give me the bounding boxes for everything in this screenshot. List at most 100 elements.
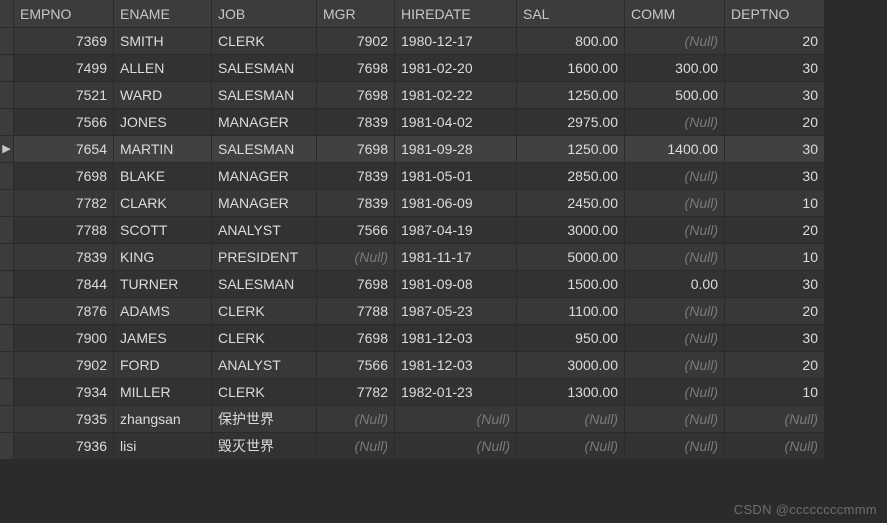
row-gutter[interactable] — [0, 433, 14, 460]
cell-comm[interactable]: (Null) — [625, 28, 725, 55]
cell-job[interactable]: CLERK — [212, 28, 317, 55]
cell-comm[interactable]: (Null) — [625, 109, 725, 136]
cell-job[interactable]: CLERK — [212, 325, 317, 352]
row-gutter[interactable] — [0, 271, 14, 298]
cell-deptno[interactable]: 20 — [725, 352, 825, 379]
cell-sal[interactable]: 1300.00 — [517, 379, 625, 406]
cell-hiredate[interactable]: 1987-04-19 — [395, 217, 517, 244]
cell-empno[interactable]: 7839 — [14, 244, 114, 271]
cell-deptno[interactable]: 20 — [725, 28, 825, 55]
cell-ename[interactable]: zhangsan — [114, 406, 212, 433]
cell-hiredate[interactable]: 1982-01-23 — [395, 379, 517, 406]
cell-comm[interactable]: (Null) — [625, 379, 725, 406]
cell-empno[interactable]: 7521 — [14, 82, 114, 109]
column-header-comm[interactable]: COMM — [625, 0, 725, 28]
cell-job[interactable]: ANALYST — [212, 217, 317, 244]
cell-sal[interactable]: 1600.00 — [517, 55, 625, 82]
cell-comm[interactable]: 500.00 — [625, 82, 725, 109]
cell-deptno[interactable]: 30 — [725, 136, 825, 163]
cell-hiredate[interactable]: 1987-05-23 — [395, 298, 517, 325]
cell-hiredate[interactable]: 1980-12-17 — [395, 28, 517, 55]
cell-deptno[interactable]: 30 — [725, 82, 825, 109]
cell-hiredate[interactable]: 1981-12-03 — [395, 325, 517, 352]
cell-mgr[interactable]: (Null) — [317, 244, 395, 271]
cell-mgr[interactable]: 7698 — [317, 55, 395, 82]
cell-hiredate[interactable]: 1981-04-02 — [395, 109, 517, 136]
cell-comm[interactable]: 0.00 — [625, 271, 725, 298]
data-grid[interactable]: EMPNOENAMEJOBMGRHIREDATESALCOMMDEPTNO736… — [0, 0, 887, 460]
cell-job[interactable]: 毁灭世界 — [212, 433, 317, 460]
cell-empno[interactable]: 7782 — [14, 190, 114, 217]
cell-hiredate[interactable]: 1981-09-08 — [395, 271, 517, 298]
cell-mgr[interactable]: 7566 — [317, 352, 395, 379]
cell-ename[interactable]: KING — [114, 244, 212, 271]
cell-ename[interactable]: lisi — [114, 433, 212, 460]
row-gutter[interactable] — [0, 352, 14, 379]
cell-sal[interactable]: 1250.00 — [517, 82, 625, 109]
cell-empno[interactable]: 7698 — [14, 163, 114, 190]
cell-hiredate[interactable]: 1981-12-03 — [395, 352, 517, 379]
row-gutter[interactable] — [0, 109, 14, 136]
cell-sal[interactable]: (Null) — [517, 433, 625, 460]
cell-sal[interactable]: 2450.00 — [517, 190, 625, 217]
row-gutter[interactable] — [0, 325, 14, 352]
cell-deptno[interactable]: (Null) — [725, 433, 825, 460]
cell-mgr[interactable]: (Null) — [317, 406, 395, 433]
cell-job[interactable]: MANAGER — [212, 190, 317, 217]
cell-comm[interactable]: (Null) — [625, 190, 725, 217]
row-gutter[interactable] — [0, 406, 14, 433]
cell-hiredate[interactable]: 1981-11-17 — [395, 244, 517, 271]
cell-mgr[interactable]: 7782 — [317, 379, 395, 406]
cell-sal[interactable]: 3000.00 — [517, 217, 625, 244]
cell-deptno[interactable]: 30 — [725, 163, 825, 190]
cell-hiredate[interactable]: 1981-02-20 — [395, 55, 517, 82]
row-gutter[interactable] — [0, 163, 14, 190]
cell-sal[interactable]: 2850.00 — [517, 163, 625, 190]
cell-deptno[interactable]: 30 — [725, 325, 825, 352]
cell-mgr[interactable]: 7788 — [317, 298, 395, 325]
row-indicator-icon[interactable]: ▶ — [0, 136, 14, 163]
cell-sal[interactable]: 2975.00 — [517, 109, 625, 136]
cell-empno[interactable]: 7654 — [14, 136, 114, 163]
cell-job[interactable]: 保护世界 — [212, 406, 317, 433]
cell-ename[interactable]: ALLEN — [114, 55, 212, 82]
cell-deptno[interactable]: (Null) — [725, 406, 825, 433]
cell-sal[interactable]: 800.00 — [517, 28, 625, 55]
row-gutter[interactable] — [0, 28, 14, 55]
cell-job[interactable]: SALESMAN — [212, 55, 317, 82]
cell-deptno[interactable]: 20 — [725, 217, 825, 244]
cell-ename[interactable]: TURNER — [114, 271, 212, 298]
cell-mgr[interactable]: (Null) — [317, 433, 395, 460]
cell-ename[interactable]: CLARK — [114, 190, 212, 217]
cell-ename[interactable]: FORD — [114, 352, 212, 379]
cell-ename[interactable]: ADAMS — [114, 298, 212, 325]
cell-mgr[interactable]: 7698 — [317, 136, 395, 163]
cell-hiredate[interactable]: 1981-09-28 — [395, 136, 517, 163]
cell-empno[interactable]: 7844 — [14, 271, 114, 298]
cell-ename[interactable]: BLAKE — [114, 163, 212, 190]
cell-job[interactable]: SALESMAN — [212, 82, 317, 109]
cell-sal[interactable]: 1250.00 — [517, 136, 625, 163]
cell-empno[interactable]: 7369 — [14, 28, 114, 55]
cell-ename[interactable]: JAMES — [114, 325, 212, 352]
cell-mgr[interactable]: 7566 — [317, 217, 395, 244]
cell-hiredate[interactable]: 1981-02-22 — [395, 82, 517, 109]
cell-ename[interactable]: WARD — [114, 82, 212, 109]
cell-job[interactable]: ANALYST — [212, 352, 317, 379]
row-gutter[interactable] — [0, 190, 14, 217]
cell-comm[interactable]: (Null) — [625, 217, 725, 244]
cell-job[interactable]: MANAGER — [212, 163, 317, 190]
cell-hiredate[interactable]: (Null) — [395, 406, 517, 433]
cell-comm[interactable]: (Null) — [625, 352, 725, 379]
cell-sal[interactable]: 1100.00 — [517, 298, 625, 325]
cell-mgr[interactable]: 7839 — [317, 109, 395, 136]
cell-mgr[interactable]: 7698 — [317, 82, 395, 109]
cell-comm[interactable]: (Null) — [625, 244, 725, 271]
cell-comm[interactable]: (Null) — [625, 163, 725, 190]
cell-comm[interactable]: (Null) — [625, 406, 725, 433]
cell-deptno[interactable]: 10 — [725, 244, 825, 271]
column-header-ename[interactable]: ENAME — [114, 0, 212, 28]
column-header-mgr[interactable]: MGR — [317, 0, 395, 28]
cell-comm[interactable]: 1400.00 — [625, 136, 725, 163]
cell-sal[interactable]: 5000.00 — [517, 244, 625, 271]
